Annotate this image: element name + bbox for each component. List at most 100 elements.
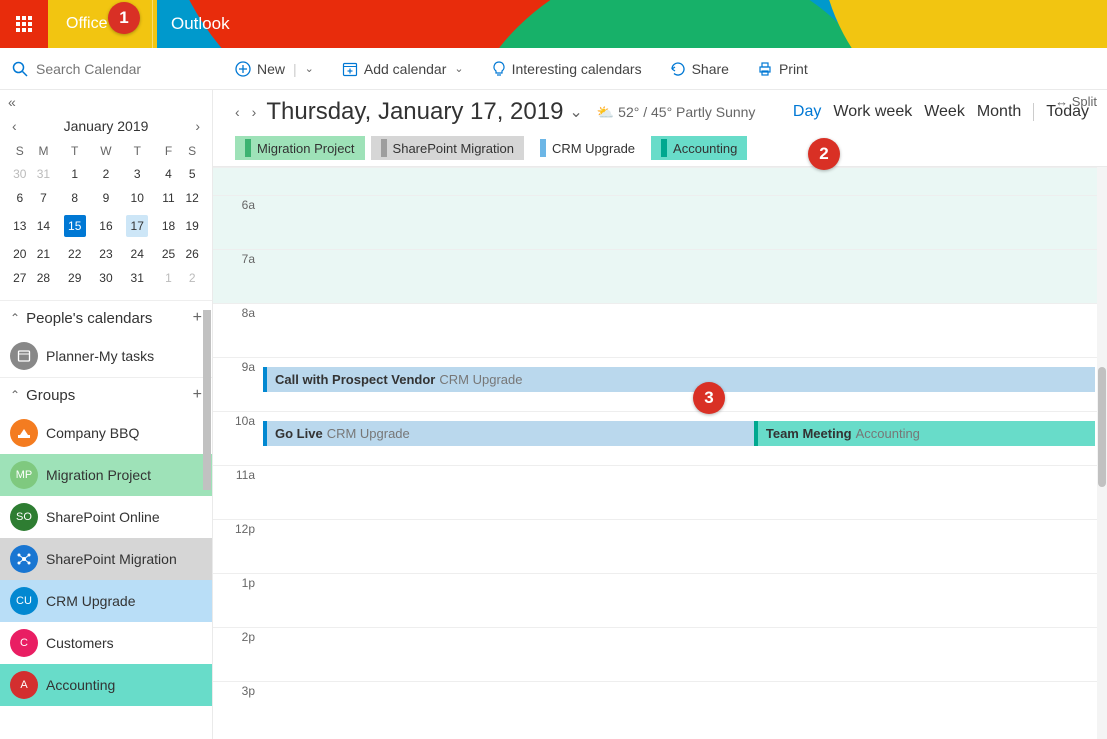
prev-day-icon[interactable]: ‹ — [235, 104, 240, 120]
view-week[interactable]: Week — [924, 103, 965, 121]
chevron-down-icon[interactable]: ⌄ — [454, 62, 463, 75]
mini-cal-day[interactable]: 3 — [118, 162, 157, 186]
scrollbar-thumb[interactable] — [1098, 367, 1106, 487]
app-title[interactable]: Outlook — [152, 0, 248, 48]
mini-cal-day[interactable]: 13 — [8, 210, 32, 242]
planner-item[interactable]: Planner-My tasks — [0, 335, 212, 377]
hour-cell[interactable] — [263, 168, 1107, 195]
chevron-down-icon[interactable]: ⌄ — [305, 62, 314, 75]
mini-cal-day[interactable]: 22 — [55, 242, 94, 266]
add-calendar-button[interactable]: Add calendar ⌄ — [342, 61, 464, 77]
mini-cal-day[interactable]: 17 — [118, 210, 157, 242]
scrollbar[interactable] — [1097, 167, 1107, 739]
hour-cell[interactable] — [263, 250, 1107, 303]
weather[interactable]: ⛅ 52° / 45° Partly Sunny — [597, 104, 756, 121]
mini-cal-day[interactable]: 11 — [157, 186, 181, 210]
hour-row[interactable]: 12p — [213, 519, 1107, 573]
mini-cal-day[interactable]: 31 — [32, 162, 56, 186]
group-item[interactable]: CCustomers — [0, 622, 212, 664]
share-button[interactable]: Share — [670, 61, 729, 77]
prev-month-icon[interactable]: ‹ — [8, 118, 21, 134]
mini-cal-day[interactable]: 16 — [94, 210, 118, 242]
mini-cal-day[interactable]: 26 — [180, 242, 204, 266]
mini-cal-day[interactable]: 20 — [8, 242, 32, 266]
mini-cal-day[interactable]: 29 — [55, 266, 94, 290]
hour-row[interactable]: 11a — [213, 465, 1107, 519]
mini-cal-day[interactable]: 4 — [157, 162, 181, 186]
mini-cal-day[interactable]: 5 — [180, 162, 204, 186]
sidebar-scrollbar-thumb[interactable] — [203, 310, 211, 490]
hour-cell[interactable] — [263, 304, 1107, 357]
mini-cal-day[interactable]: 24 — [118, 242, 157, 266]
group-item[interactable]: CUCRM Upgrade — [0, 580, 212, 622]
calendar-event[interactable]: Call with Prospect VendorCRM Upgrade — [263, 367, 1095, 392]
group-item[interactable]: Company BBQ — [0, 412, 212, 454]
hour-row[interactable]: 7a — [213, 249, 1107, 303]
hour-row[interactable]: 8a — [213, 303, 1107, 357]
category-tag[interactable]: CRM Upgrade — [530, 136, 645, 160]
mini-cal-day[interactable]: 21 — [32, 242, 56, 266]
mini-cal-day[interactable]: 30 — [94, 266, 118, 290]
interesting-calendars-button[interactable]: Interesting calendars — [492, 61, 642, 77]
mini-cal-day[interactable]: 10 — [118, 186, 157, 210]
mini-cal-day[interactable]: 1 — [55, 162, 94, 186]
hour-row[interactable]: 2p — [213, 627, 1107, 681]
mini-cal-day[interactable]: 19 — [180, 210, 204, 242]
hour-cell[interactable] — [263, 520, 1107, 573]
category-tag[interactable]: Accounting — [651, 136, 747, 160]
hour-row[interactable]: 1p — [213, 573, 1107, 627]
hour-cell[interactable] — [263, 682, 1107, 735]
hour-row[interactable]: 3p — [213, 681, 1107, 735]
add-group-icon[interactable]: + — [193, 386, 202, 404]
view-work-week[interactable]: Work week — [833, 103, 912, 121]
mini-cal-day[interactable]: 1 — [157, 266, 181, 290]
mini-cal-day[interactable]: 14 — [32, 210, 56, 242]
hour-cell[interactable] — [263, 628, 1107, 681]
mini-cal-day[interactable]: 28 — [32, 266, 56, 290]
mini-cal-month-label[interactable]: January 2019 — [64, 118, 149, 134]
sidebar-scrollbar[interactable] — [203, 310, 211, 490]
mini-cal-day[interactable]: 7 — [32, 186, 56, 210]
new-button[interactable]: New | ⌄ — [235, 61, 314, 77]
mini-cal-day[interactable]: 12 — [180, 186, 204, 210]
timeline[interactable]: 6a7a8a9a10a11a12p1p2p3p Call with Prospe… — [213, 167, 1107, 739]
collapse-icon[interactable]: « — [8, 94, 16, 110]
hour-cell[interactable] — [263, 574, 1107, 627]
chevron-down-icon[interactable]: ⌄ — [569, 102, 582, 122]
mini-cal-day[interactable]: 2 — [180, 266, 204, 290]
mini-cal-day[interactable]: 2 — [94, 162, 118, 186]
next-month-icon[interactable]: › — [191, 118, 204, 134]
mini-cal-day[interactable]: 25 — [157, 242, 181, 266]
group-item[interactable]: SOSharePoint Online — [0, 496, 212, 538]
mini-cal-day[interactable]: 9 — [94, 186, 118, 210]
office365-label[interactable]: Office 365 — [48, 0, 157, 48]
mini-cal-day[interactable]: 6 — [8, 186, 32, 210]
hour-row[interactable] — [213, 167, 1107, 195]
group-item[interactable]: MPMigration Project — [0, 454, 212, 496]
app-launcher-icon[interactable] — [0, 0, 48, 48]
mini-cal-day[interactable]: 30 — [8, 162, 32, 186]
search-box[interactable] — [0, 48, 213, 90]
mini-cal-day[interactable]: 31 — [118, 266, 157, 290]
mini-cal-day[interactable]: 8 — [55, 186, 94, 210]
groups-header[interactable]: ⌃ Groups 1 + — [0, 378, 212, 412]
group-item[interactable]: SharePoint Migration — [0, 538, 212, 580]
mini-cal-day[interactable]: 15 — [55, 210, 94, 242]
hour-cell[interactable] — [263, 466, 1107, 519]
calendar-event[interactable]: Go LiveCRM Upgrade — [263, 421, 754, 446]
view-month[interactable]: Month — [977, 103, 1021, 121]
date-title[interactable]: Thursday, January 17, 2019 ⌄ — [266, 98, 582, 126]
add-peoples-calendar-icon[interactable]: + — [193, 309, 202, 327]
mini-cal-day[interactable]: 27 — [8, 266, 32, 290]
hour-row[interactable]: 6a — [213, 195, 1107, 249]
category-tag[interactable]: SharePoint Migration — [371, 136, 524, 160]
group-item[interactable]: AAccounting — [0, 664, 212, 706]
search-input[interactable] — [36, 61, 176, 77]
calendar-event[interactable]: Team MeetingAccounting — [754, 421, 1095, 446]
mini-cal-day[interactable]: 18 — [157, 210, 181, 242]
split-button[interactable]: ↔ Split — [1055, 94, 1097, 109]
next-day-icon[interactable]: › — [252, 104, 257, 120]
view-day[interactable]: Day — [793, 103, 821, 121]
mini-cal-day[interactable]: 23 — [94, 242, 118, 266]
hour-cell[interactable] — [263, 196, 1107, 249]
